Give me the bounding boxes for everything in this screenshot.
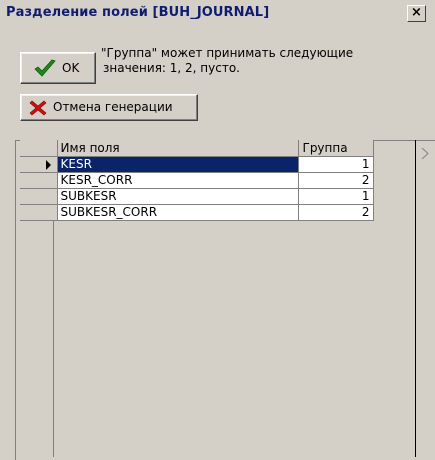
title-bar: Разделение полей [BUH_JOURNAL] × bbox=[0, 0, 435, 25]
row-indicator[interactable] bbox=[20, 156, 58, 173]
red-x-icon bbox=[29, 100, 47, 120]
field-name-cell[interactable]: SUBKESR_CORR bbox=[57, 204, 299, 221]
field-name-cell[interactable]: KESR_CORR bbox=[57, 172, 299, 189]
cancel-generation-button[interactable]: Отмена генерации bbox=[20, 94, 198, 121]
field-name-cell[interactable]: KESR bbox=[57, 156, 299, 173]
info-line-2: значения: 1, 2, пусто. bbox=[103, 61, 240, 75]
grid-header-row: Имя поля Группа bbox=[20, 140, 374, 157]
scroll-right-icon[interactable] bbox=[421, 144, 429, 163]
column-header-group[interactable]: Группа bbox=[298, 140, 374, 157]
table-row[interactable]: SUBKESR_CORR 2 bbox=[20, 204, 374, 221]
column-header-field-name[interactable]: Имя поля bbox=[57, 140, 299, 157]
close-icon: × bbox=[411, 5, 422, 20]
checkmark-icon bbox=[33, 58, 57, 84]
grid-scroll-divider bbox=[415, 140, 416, 457]
header-indicator-cell bbox=[20, 140, 58, 157]
group-cell[interactable]: 1 bbox=[298, 188, 374, 205]
fields-grid[interactable]: Имя поля Группа KESR 1 KESR_CORR 2 SUBKE… bbox=[20, 140, 374, 221]
group-cell[interactable]: 1 bbox=[298, 156, 374, 173]
table-row[interactable]: KESR_CORR 2 bbox=[20, 172, 374, 189]
cancel-generation-label: Отмена генерации bbox=[53, 100, 173, 114]
group-cell[interactable]: 2 bbox=[298, 172, 374, 189]
row-indicator[interactable] bbox=[20, 188, 58, 205]
window-title: Разделение полей [BUH_JOURNAL] bbox=[6, 5, 270, 20]
info-text: "Группа" может принимать следующие значе… bbox=[101, 46, 421, 76]
group-cell[interactable]: 2 bbox=[298, 204, 374, 221]
table-row[interactable]: KESR 1 bbox=[20, 156, 374, 173]
row-indicator[interactable] bbox=[20, 172, 58, 189]
close-button[interactable]: × bbox=[407, 5, 426, 22]
ok-button-label: OK bbox=[62, 61, 80, 75]
field-name-cell[interactable]: SUBKESR bbox=[57, 188, 299, 205]
table-row[interactable]: SUBKESR 1 bbox=[20, 188, 374, 205]
ok-button[interactable]: OK bbox=[20, 52, 96, 84]
row-indicator[interactable] bbox=[20, 204, 58, 221]
info-line-1: "Группа" может принимать следующие bbox=[101, 46, 354, 60]
current-row-arrow-icon bbox=[46, 159, 51, 170]
